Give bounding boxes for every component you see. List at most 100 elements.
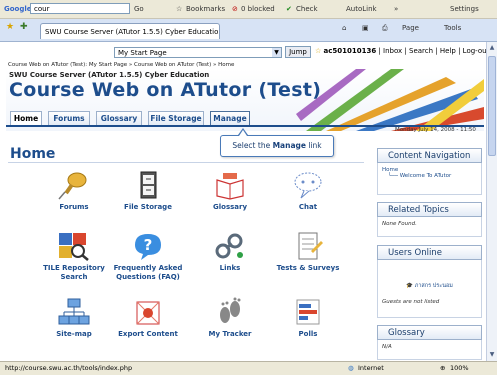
sidebar-heading[interactable]: Related Topics (377, 202, 482, 217)
google-logo: Google (4, 5, 32, 13)
zoom-level[interactable]: 100% (450, 362, 469, 375)
tool-label: Forums (59, 203, 89, 211)
tool-label: Tests & Surveys (276, 264, 340, 272)
tool-faq[interactable]: ? Frequently Asked Questions (FAQ) (106, 231, 190, 282)
tool-label: Links (219, 264, 241, 272)
go-button[interactable]: Go (134, 3, 144, 15)
status-url: http://course.swu.ac.th/tools/index.php (5, 364, 133, 372)
favorites-star-icon[interactable]: ★ (6, 22, 14, 32)
callout-text-bold: Manage (272, 141, 306, 150)
browser-tab-active[interactable]: SWU Course Server (ATutor 1.5.5) Cyber E… (40, 23, 220, 39)
scroll-up-icon[interactable]: ▲ (488, 43, 496, 53)
site-map-icon (57, 297, 91, 327)
tool-glossary[interactable]: Glossary (188, 170, 272, 212)
callout-tail-inner (239, 130, 247, 136)
breadcrumb[interactable]: Course Web on ATutor (Test): My Start Pa… (8, 62, 234, 68)
scroll-thumb[interactable] (488, 56, 496, 156)
settings-button[interactable]: Settings (450, 3, 479, 15)
tool-label: My Tracker (208, 330, 252, 338)
tool-polls[interactable]: Polls (266, 297, 350, 339)
tools-menu[interactable]: Tools (444, 24, 461, 32)
popup-blocked-button[interactable]: 0 blocked (241, 3, 275, 15)
help-link[interactable]: Help (440, 47, 456, 55)
bar-chart-icon (291, 297, 325, 327)
tool-file-storage[interactable]: File Storage (106, 170, 190, 212)
bookmarks-button[interactable]: Bookmarks (186, 3, 225, 15)
tool-chat[interactable]: Chat (266, 170, 350, 212)
scroll-down-icon[interactable]: ▼ (488, 350, 496, 360)
related-topics-body: None Found. (377, 217, 482, 237)
user-star-icon: ☆ (315, 47, 322, 55)
tab-manage[interactable]: Manage (210, 111, 250, 126)
tool-tests-surveys[interactable]: Tests & Surveys (266, 231, 350, 273)
add-favorite-icon[interactable]: ✚ (20, 22, 28, 32)
chain-link-icon (213, 231, 247, 261)
sidebar-related-topics: Related Topics None Found. (377, 202, 482, 237)
tab-file-storage[interactable]: File Storage (148, 111, 204, 126)
spellcheck-button[interactable]: Check (296, 3, 318, 15)
user-login-link[interactable]: ac501010136 (324, 47, 377, 55)
sidebar-heading[interactable]: Content Navigation (377, 148, 482, 163)
inbox-link[interactable]: Inbox (383, 47, 402, 55)
tool-my-tracker[interactable]: My Tracker (188, 297, 272, 339)
footprints-icon (213, 297, 247, 327)
header-pencils-image (296, 69, 484, 131)
vertical-scrollbar[interactable]: ▲ ▼ (486, 42, 497, 361)
star-icon[interactable]: ☆ (176, 3, 182, 15)
user-links: ☆ ac501010136 | Inbox | Search | Help | … (315, 47, 486, 55)
page-menu[interactable]: Page (402, 24, 419, 32)
tool-site-map[interactable]: Site-map (32, 297, 116, 339)
content-nav-welcome-label: Welcome To ATutor (399, 173, 452, 179)
question-mark-icon: ? (131, 231, 165, 261)
callout-text-suffix: link (305, 141, 322, 150)
tool-label: Export Content (118, 330, 178, 338)
tool-forums[interactable]: Forums (32, 170, 116, 212)
tab-title: SWU Course Server (ATutor 1.5.5) Cyber E… (45, 28, 220, 36)
user-cap-icon: 🎓 (406, 283, 413, 289)
course-title[interactable]: Course Web on ATutor (Test) (9, 79, 321, 101)
print-icon[interactable]: ⎙ (382, 24, 388, 33)
status-zone: Internet (358, 364, 384, 372)
tool-tile-repository-search[interactable]: TILE Repository Search (32, 231, 116, 282)
instruction-callout: Select the Manage link (220, 135, 334, 157)
sidebar-heading[interactable]: Users Online (377, 245, 482, 260)
globe-icon: ◍ (348, 364, 354, 372)
glossary-body: N/A (377, 340, 482, 360)
jump-select[interactable]: My Start Page ▼ (114, 47, 282, 58)
tool-label: Frequently Asked Questions (FAQ) (113, 264, 183, 281)
tool-label: Chat (298, 203, 318, 211)
logout-link[interactable]: Log-out (463, 47, 486, 55)
pushpin-icon (57, 170, 91, 200)
tab-home[interactable]: Home (10, 111, 42, 126)
tool-links[interactable]: Links (188, 231, 272, 273)
sidebar-users-online: Users Online 🎓 ภาสกร ประนอม Guests are n… (377, 245, 482, 318)
tool-label: File Storage (124, 203, 172, 211)
search-link[interactable]: Search (409, 47, 433, 55)
online-user[interactable]: 🎓 ภาสกร ประนอม (382, 282, 477, 290)
tab-glossary[interactable]: Glossary (96, 111, 142, 126)
tool-export-content[interactable]: Export Content (106, 297, 190, 339)
export-package-icon (131, 297, 165, 327)
svg-text:?: ? (144, 236, 153, 254)
feeds-icon[interactable]: ▣ (362, 24, 369, 32)
browser-toolbar: Google cour Go ☆ Bookmarks ⊘ 0 blocked ✔… (0, 0, 497, 19)
google-search-input[interactable]: cour (30, 3, 130, 14)
home-icon[interactable]: ⌂ (342, 24, 346, 32)
sidebar-glossary: Glossary N/A (377, 325, 482, 360)
tool-label: Glossary (212, 203, 248, 211)
open-book-icon (213, 170, 247, 200)
browser-tab-bar: ★ ✚ SWU Course Server (ATutor 1.5.5) Cyb… (0, 19, 497, 42)
tool-label: Polls (298, 330, 318, 338)
tool-label: Site-map (56, 330, 92, 338)
more-button[interactable]: » (394, 3, 398, 15)
file-cabinet-icon (131, 170, 165, 200)
autolink-button[interactable]: AutoLink (346, 3, 377, 15)
sidebar-heading[interactable]: Glossary (377, 325, 482, 340)
online-user-name: ภาสกร ประนอม (414, 283, 453, 289)
heading-divider (8, 162, 364, 163)
jump-select-value: My Start Page (118, 49, 167, 57)
jump-button[interactable]: Jump (285, 46, 311, 58)
tab-forums[interactable]: Forums (48, 111, 90, 126)
content-nav-welcome-link[interactable]: └── Welcome To ATutor (382, 173, 477, 179)
page-title: Home (10, 146, 56, 162)
